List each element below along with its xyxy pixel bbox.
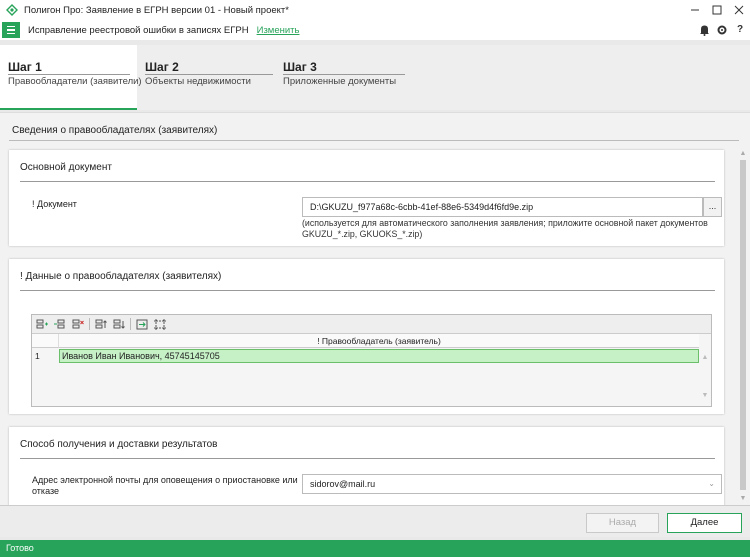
section-title: Способ получения и доставки результатов — [20, 439, 218, 450]
insert-row-icon[interactable] — [53, 318, 66, 330]
tab-step-3[interactable]: Шаг 3 Приложенные документы — [275, 45, 415, 110]
title-bar: Полигон Про: Заявление в ЕГРН версии 01 … — [0, 0, 750, 20]
maximize-button[interactable] — [706, 0, 728, 20]
scrollbar-thumb[interactable] — [740, 160, 746, 490]
toolbar-separator — [89, 318, 90, 330]
chevron-down-icon[interactable]: ⌄ — [708, 475, 715, 493]
section-title: ! Данные о правообладателях (заявителях) — [20, 271, 222, 282]
page-title: Сведения о правообладателях (заявителях) — [12, 125, 218, 136]
delivery-panel: Способ получения и доставки результатов … — [9, 427, 724, 506]
scroll-down-icon[interactable]: ▼ — [739, 495, 747, 503]
change-link[interactable]: Изменить — [257, 25, 300, 36]
owners-grid: ! Правообладатель (заявитель) 1 Иванов И… — [31, 314, 712, 407]
minimize-button[interactable] — [684, 0, 706, 20]
grid-body: ! Правообладатель (заявитель) 1 Иванов И… — [32, 333, 711, 406]
main-document-panel: Основной документ ! Документ D:\GKUZU_f9… — [9, 150, 724, 246]
row-number: 1 — [35, 351, 40, 361]
title-divider — [9, 140, 739, 141]
step-description: Приложенные документы — [283, 76, 397, 87]
scroll-up-icon[interactable]: ▲ — [739, 150, 747, 158]
close-button[interactable] — [728, 0, 750, 20]
email-field-label: Адрес электронной почты для оповещения о… — [32, 475, 298, 496]
app-logo-icon — [5, 3, 19, 17]
tab-step-2[interactable]: Шаг 2 Объекты недвижимости — [137, 45, 275, 110]
email-value: sidorov@mail.ru — [310, 479, 376, 489]
step-divider — [8, 74, 130, 75]
grid-toolbar — [32, 315, 711, 333]
status-text: Готово — [6, 543, 34, 553]
document-hint: (используется для автоматического заполн… — [302, 218, 708, 239]
move-down-icon[interactable] — [112, 318, 125, 330]
gear-icon[interactable] — [716, 23, 728, 36]
step-name: Шаг 2 — [145, 60, 179, 74]
add-row-icon[interactable] — [35, 318, 48, 330]
grid-scrollbar[interactable]: ▲ ▼ — [700, 348, 710, 405]
help-icon[interactable]: ? — [734, 23, 746, 36]
bell-icon[interactable] — [698, 23, 710, 36]
email-field[interactable]: sidorov@mail.ru ⌄ — [302, 474, 722, 494]
step-name: Шаг 1 — [8, 60, 42, 74]
step-name: Шаг 3 — [283, 60, 317, 74]
section-divider — [20, 458, 715, 459]
tab-step-1[interactable]: Шаг 1 Правообладатели (заявители) — [0, 45, 142, 110]
owners-panel: ! Данные о правообладателях (заявителях) — [9, 259, 724, 414]
browse-button[interactable]: ... — [703, 197, 722, 217]
step-divider — [145, 74, 273, 75]
move-up-icon[interactable] — [94, 318, 107, 330]
section-divider — [20, 181, 715, 182]
fullscreen-icon[interactable] — [153, 318, 166, 330]
status-bar: Готово — [0, 540, 750, 557]
toolbar-separator — [130, 318, 131, 330]
main-scrollbar[interactable]: ▲ ▼ — [739, 150, 747, 505]
delete-row-icon[interactable] — [71, 318, 84, 330]
wizard-footer: Назад Далее — [0, 505, 750, 537]
step-description: Правообладатели (заявители) — [8, 76, 142, 87]
next-button[interactable]: Далее — [667, 513, 742, 533]
menu-button[interactable] — [2, 22, 20, 38]
project-name: Исправление реестровой ошибки в записях … — [28, 24, 249, 36]
step-description: Объекты недвижимости — [145, 76, 251, 87]
owner-cell[interactable]: Иванов Иван Иванович, 45745145705 — [59, 349, 699, 363]
import-icon[interactable] — [135, 318, 148, 330]
section-divider — [20, 290, 715, 291]
wizard-steps: Шаг 1 Правообладатели (заявители) Шаг 2 … — [0, 45, 750, 110]
window-title: Полигон Про: Заявление в ЕГРН версии 01 … — [24, 4, 289, 16]
main-content: Сведения о правообладателях (заявителях)… — [0, 112, 750, 506]
project-toolbar: Исправление реестровой ошибки в записях … — [0, 20, 750, 40]
section-title: Основной документ — [20, 162, 112, 173]
document-field-label: ! Документ — [32, 199, 77, 209]
back-button[interactable]: Назад — [586, 513, 659, 533]
grid-corner — [32, 334, 59, 348]
document-path-input[interactable]: D:\GKUZU_f977a68c-6cbb-41ef-88e6-5349d4f… — [302, 197, 703, 217]
step-divider — [283, 74, 405, 75]
column-header[interactable]: ! Правообладатель (заявитель) — [59, 334, 699, 348]
